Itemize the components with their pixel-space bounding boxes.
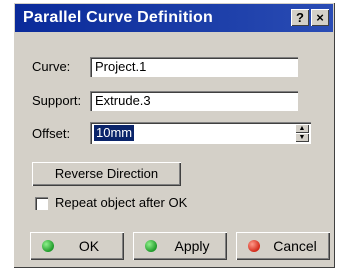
cancel-label: Cancel (273, 238, 317, 254)
curve-field[interactable]: Project.1 (90, 57, 298, 77)
close-icon[interactable]: × (311, 9, 329, 26)
spin-down-icon[interactable]: ▼ (295, 133, 309, 142)
spin-up-icon[interactable]: ▲ (295, 124, 309, 133)
spinner-buttons: ▲ ▼ (295, 124, 309, 142)
ok-button[interactable]: OK (30, 232, 124, 260)
offset-spinner[interactable]: 10mm ▲ ▼ (90, 122, 311, 144)
ok-label: OK (78, 238, 100, 254)
parallel-curve-dialog: Parallel Curve Definition ? × Curve: Pro… (13, 2, 335, 268)
repeat-object-label: Repeat object after OK (55, 195, 188, 210)
offset-label: Offset: (32, 126, 71, 141)
help-icon[interactable]: ? (291, 9, 309, 26)
offset-value[interactable]: 10mm (94, 125, 135, 141)
cancel-icon (248, 240, 260, 252)
curve-label: Curve: (32, 59, 71, 74)
reverse-direction-button[interactable]: Reverse Direction (32, 162, 181, 186)
apply-button[interactable]: Apply (133, 232, 227, 260)
ok-icon (42, 240, 54, 252)
apply-label: Apply (174, 238, 210, 254)
support-label: Support: (32, 93, 82, 108)
dialog-title: Parallel Curve Definition (23, 9, 213, 26)
apply-icon (145, 240, 157, 252)
support-field[interactable]: Extrude.3 (90, 91, 298, 111)
repeat-object-checkbox[interactable] (35, 197, 48, 210)
cancel-button[interactable]: Cancel (236, 232, 330, 260)
title-bar[interactable]: Parallel Curve Definition ? × (15, 4, 333, 32)
